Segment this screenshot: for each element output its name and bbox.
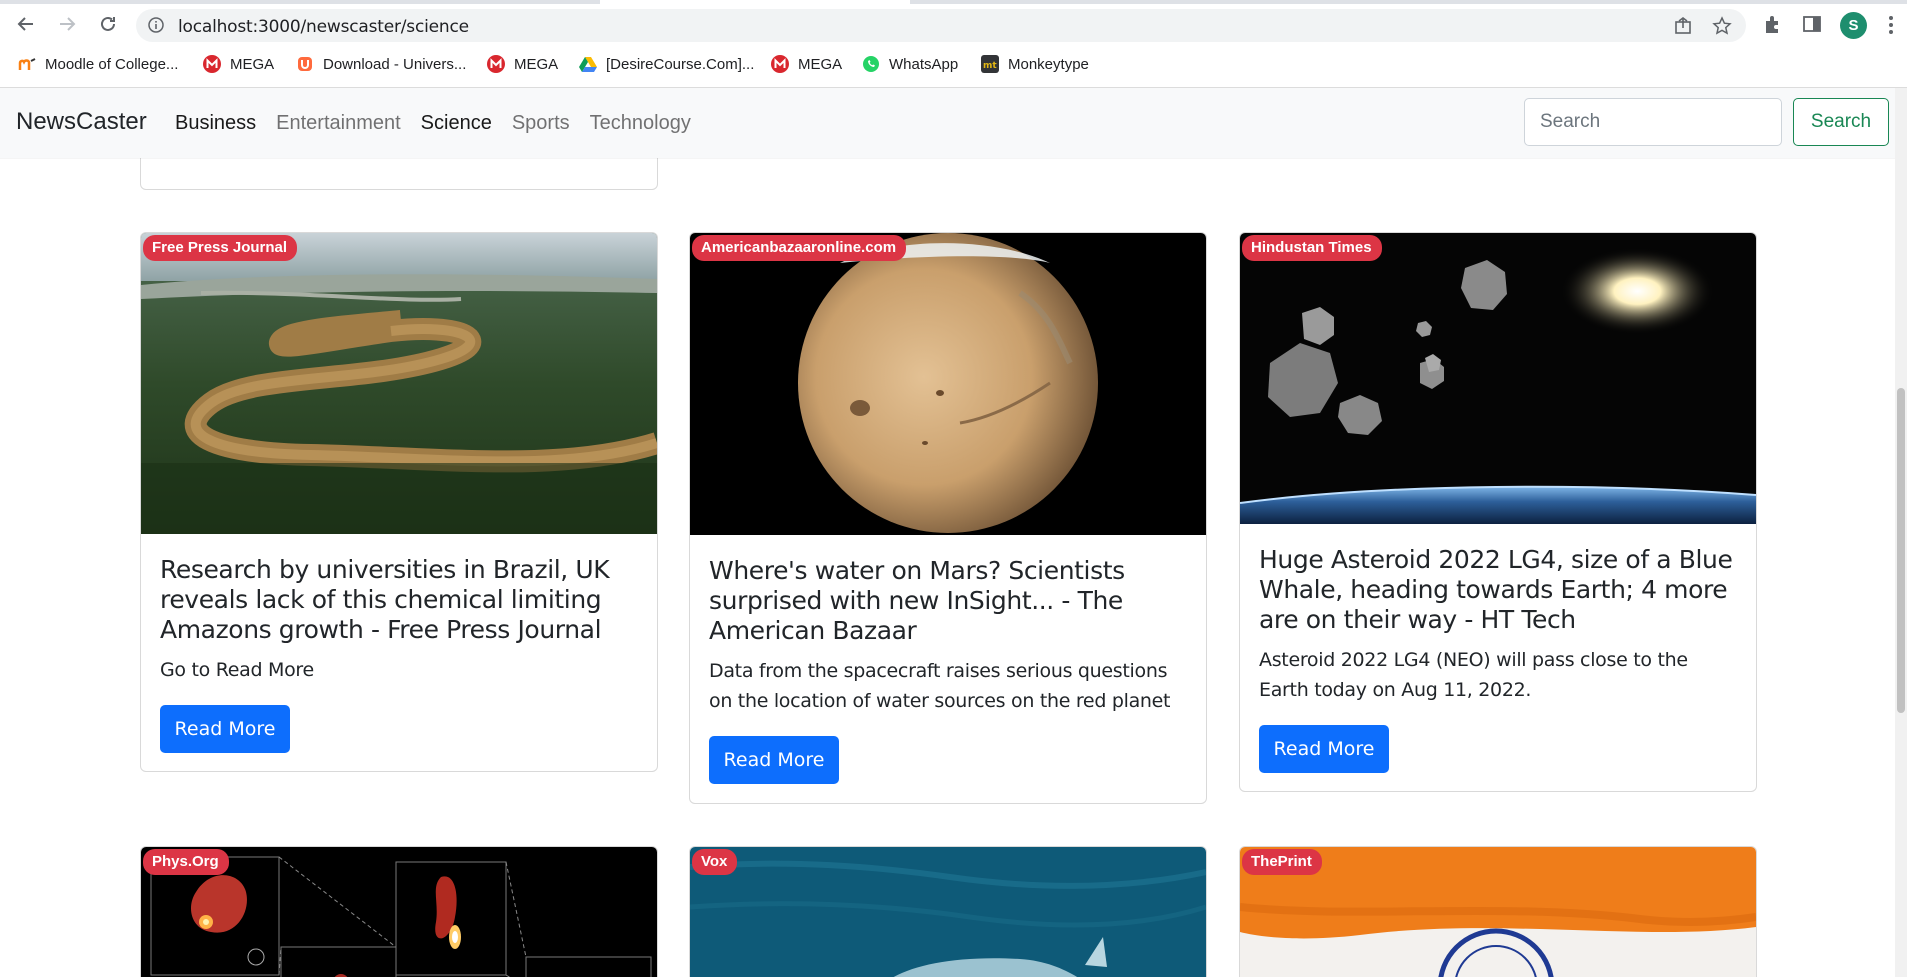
bookmark-item[interactable]: mt Monkeytype xyxy=(981,52,1089,76)
bookmark-label: Moodle of College... xyxy=(45,55,179,73)
site-navbar: NewsCaster Business Entertainment Scienc… xyxy=(0,88,1907,158)
url-text[interactable]: localhost:3000/newscaster/science xyxy=(178,17,469,37)
svg-text:mt: mt xyxy=(983,61,997,71)
asteroids-earth-image xyxy=(1240,233,1756,524)
bookmark-item[interactable]: MEGA xyxy=(487,52,558,76)
source-badge: Free Press Journal xyxy=(143,235,298,261)
uniconverter-icon xyxy=(296,55,314,73)
bookmark-label: Monkeytype xyxy=(1008,55,1089,73)
extensions-icon[interactable] xyxy=(1762,13,1784,35)
back-icon[interactable] xyxy=(12,10,40,38)
side-panel-icon[interactable] xyxy=(1801,13,1823,35)
bookmark-label: MEGA xyxy=(798,55,843,73)
read-more-button[interactable]: Read More xyxy=(709,736,839,784)
nav-link-sports[interactable]: Sports xyxy=(512,112,570,135)
bookmarks-bar: Moodle of College... MEGA Download - Uni… xyxy=(0,48,1907,80)
nav-link-entertainment[interactable]: Entertainment xyxy=(276,112,401,135)
card-body: Where's water on Mars? Scientists surpri… xyxy=(690,556,1206,716)
card-description: Asteroid 2022 LG4 (NEO) will pass close … xyxy=(1259,649,1688,701)
card-body: Research by universities in Brazil, UK r… xyxy=(141,555,657,685)
search-input[interactable]: Search xyxy=(1524,98,1782,146)
mars-planet-image xyxy=(690,233,1206,535)
moodle-icon xyxy=(18,55,36,73)
news-card: Americanbazaaronline.com Where's water o… xyxy=(689,232,1207,804)
google-drive-icon xyxy=(579,55,597,73)
scrollbar-thumb[interactable] xyxy=(1897,388,1905,713)
search-button[interactable]: Search xyxy=(1793,98,1889,146)
card-body: Huge Asteroid 2022 LG4, size of a Blue W… xyxy=(1240,545,1756,705)
browser-toolbar: localhost:3000/newscaster/science S xyxy=(0,4,1907,44)
news-card: Phys.Org xyxy=(140,846,658,977)
news-card: ThePrint xyxy=(1239,846,1757,977)
bookmark-star-icon[interactable] xyxy=(1712,16,1732,36)
site-info-icon[interactable] xyxy=(148,17,164,33)
share-icon[interactable] xyxy=(1673,16,1693,36)
news-card: Free Press Journal Research by universit… xyxy=(140,232,658,772)
nav-link-technology[interactable]: Technology xyxy=(590,112,691,135)
bookmark-label: WhatsApp xyxy=(889,55,959,73)
bookmark-item[interactable]: WhatsApp xyxy=(862,52,958,76)
source-badge: Vox xyxy=(692,849,738,875)
card-description: Data from the spacecraft raises serious … xyxy=(709,660,1171,712)
nav-link-business[interactable]: Business xyxy=(175,112,256,135)
card-description: Go to Read More xyxy=(160,659,314,681)
bookmark-item[interactable]: [DesireCourse.Com]... xyxy=(579,52,754,76)
bookmark-label: Download - Univers... xyxy=(323,55,467,73)
card-title: Huge Asteroid 2022 LG4, size of a Blue W… xyxy=(1259,545,1733,634)
profile-avatar[interactable]: S xyxy=(1840,12,1867,39)
read-more-button[interactable]: Read More xyxy=(160,705,290,753)
bookmark-item[interactable]: MEGA xyxy=(771,52,842,76)
source-badge: ThePrint xyxy=(1242,849,1322,875)
mega-icon xyxy=(771,55,789,73)
source-badge: Americanbazaaronline.com xyxy=(692,235,907,261)
forward-icon[interactable] xyxy=(53,10,81,38)
amazon-river-image xyxy=(141,233,657,534)
bookmark-item[interactable]: Moodle of College... xyxy=(18,52,178,76)
browser-menu-icon[interactable] xyxy=(1886,14,1896,36)
source-badge: Hindustan Times xyxy=(1242,235,1382,261)
bookmark-item[interactable]: MEGA xyxy=(203,52,274,76)
bookmark-label: [DesireCourse.Com]... xyxy=(606,55,755,73)
monkeytype-icon: mt xyxy=(981,55,999,73)
whale-ocean-image xyxy=(690,847,1206,977)
read-more-button[interactable]: Read More xyxy=(1259,725,1389,773)
news-card: Hindustan Times Huge Asteroid 2022 LG4, … xyxy=(1239,232,1757,792)
card-title: Research by universities in Brazil, UK r… xyxy=(160,555,610,644)
news-card xyxy=(140,158,658,190)
news-card: Vox xyxy=(689,846,1207,977)
address-bar[interactable]: localhost:3000/newscaster/science xyxy=(136,9,1746,42)
whatsapp-icon xyxy=(862,55,880,73)
card-title: Where's water on Mars? Scientists surpri… xyxy=(709,556,1125,645)
site-brand[interactable]: NewsCaster xyxy=(16,108,147,136)
bookmark-label: MEGA xyxy=(230,55,275,73)
nav-links: Business Entertainment Science Sports Te… xyxy=(175,112,711,135)
mega-icon xyxy=(487,55,505,73)
bookmark-label: MEGA xyxy=(514,55,559,73)
reload-icon[interactable] xyxy=(94,10,122,38)
bookmark-item[interactable]: Download - Univers... xyxy=(296,52,466,76)
browser-chrome: localhost:3000/newscaster/science S Mood… xyxy=(0,0,1907,88)
page-scrollbar[interactable] xyxy=(1895,88,1907,977)
nav-link-science[interactable]: Science xyxy=(421,112,492,135)
source-badge: Phys.Org xyxy=(143,849,229,875)
news-grid: Free Press Journal Research by universit… xyxy=(0,158,1895,977)
mega-icon xyxy=(203,55,221,73)
